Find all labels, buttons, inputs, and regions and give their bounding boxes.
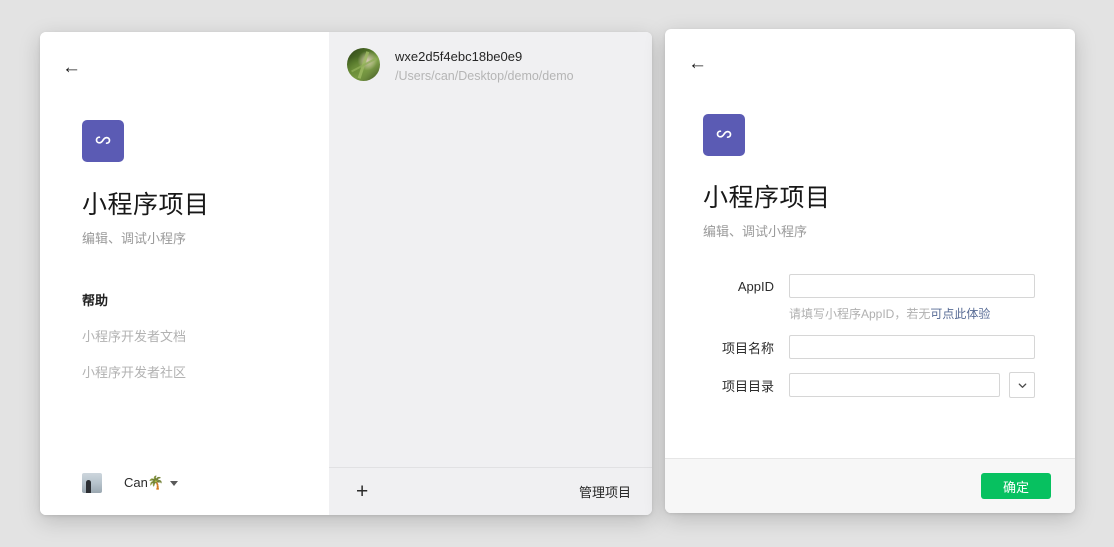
- user-account-menu[interactable]: Can🌴: [82, 473, 178, 493]
- project-dir-row: 项目目录: [703, 372, 1035, 398]
- project-list-pane: wxe2d5f4ebc18be0e9 /Users/can/Desktop/de…: [329, 32, 652, 515]
- project-list-footer: + 管理项目: [329, 467, 652, 515]
- project-dir-browse-button[interactable]: [1009, 372, 1035, 398]
- appid-label: AppID: [703, 279, 789, 294]
- dialog-subtitle: 编辑、调试小程序: [703, 221, 1075, 240]
- project-thumbnail: [347, 48, 380, 81]
- list-item[interactable]: wxe2d5f4ebc18be0e9 /Users/can/Desktop/de…: [329, 32, 652, 83]
- hint-spacer: [703, 305, 789, 322]
- help-link-community[interactable]: 小程序开发者社区: [82, 362, 186, 381]
- appid-row: AppID: [703, 274, 1035, 298]
- project-name-label: 项目名称: [703, 338, 789, 357]
- help-heading: 帮助: [82, 290, 329, 309]
- mini-program-icon: [703, 114, 745, 156]
- manage-projects-button[interactable]: 管理项目: [579, 482, 631, 501]
- back-arrow-icon[interactable]: ←: [62, 58, 81, 77]
- create-project-form: AppID 请填写小程序AppID，若无可点此体验 项目名称 项目目录: [703, 274, 1075, 398]
- info-pane: ← 小程序项目 编辑、调试小程序 帮助 小程序开发者文档 小程序开发者社区 Ca…: [40, 32, 329, 515]
- appid-hint-row: 请填写小程序AppID，若无可点此体验: [703, 305, 1035, 322]
- chevron-down-icon: [170, 481, 178, 486]
- dialog-footer: 确定: [665, 458, 1075, 513]
- project-dir-label: 项目目录: [703, 376, 789, 395]
- appid-control: [789, 274, 1035, 298]
- project-name-input[interactable]: [789, 335, 1035, 359]
- dialog-title: 小程序项目: [703, 178, 1075, 214]
- info-pane-body: 小程序项目 编辑、调试小程序 帮助 小程序开发者文档 小程序开发者社区: [40, 120, 329, 451]
- trial-experience-link[interactable]: 可点此体验: [930, 307, 990, 321]
- user-name: Can🌴: [124, 475, 164, 491]
- project-name-control: [789, 335, 1035, 359]
- project-dir-input[interactable]: [789, 373, 1000, 397]
- list-spacer: [329, 83, 652, 467]
- create-project-dialog: ← 小程序项目 编辑、调试小程序 AppID 请填写小程序AppID，若无可点此…: [665, 29, 1075, 513]
- appid-input[interactable]: [789, 274, 1035, 298]
- dialog-body: 小程序项目 编辑、调试小程序 AppID 请填写小程序AppID，若无可点此体验…: [665, 29, 1075, 458]
- appid-hint: 请填写小程序AppID，若无可点此体验: [789, 305, 990, 322]
- project-list-window: ← 小程序项目 编辑、调试小程序 帮助 小程序开发者文档 小程序开发者社区 Ca…: [40, 32, 652, 515]
- project-name-row: 项目名称: [703, 335, 1035, 359]
- project-path: /Users/can/Desktop/demo/demo: [395, 69, 574, 83]
- page-subtitle: 编辑、调试小程序: [82, 228, 329, 247]
- project-name: wxe2d5f4ebc18be0e9: [395, 49, 574, 64]
- page-title: 小程序项目: [82, 185, 329, 221]
- help-link-docs[interactable]: 小程序开发者文档: [82, 326, 186, 345]
- mini-program-icon: [82, 120, 124, 162]
- avatar: [82, 473, 102, 493]
- project-meta: wxe2d5f4ebc18be0e9 /Users/can/Desktop/de…: [395, 48, 574, 83]
- project-dir-control: [789, 372, 1035, 398]
- plus-icon[interactable]: +: [356, 481, 368, 502]
- chevron-down-icon: [1017, 380, 1028, 391]
- appid-hint-text: 请填写小程序AppID，若无: [789, 307, 930, 321]
- info-pane-footer: Can🌴: [40, 451, 329, 515]
- confirm-button[interactable]: 确定: [981, 473, 1051, 499]
